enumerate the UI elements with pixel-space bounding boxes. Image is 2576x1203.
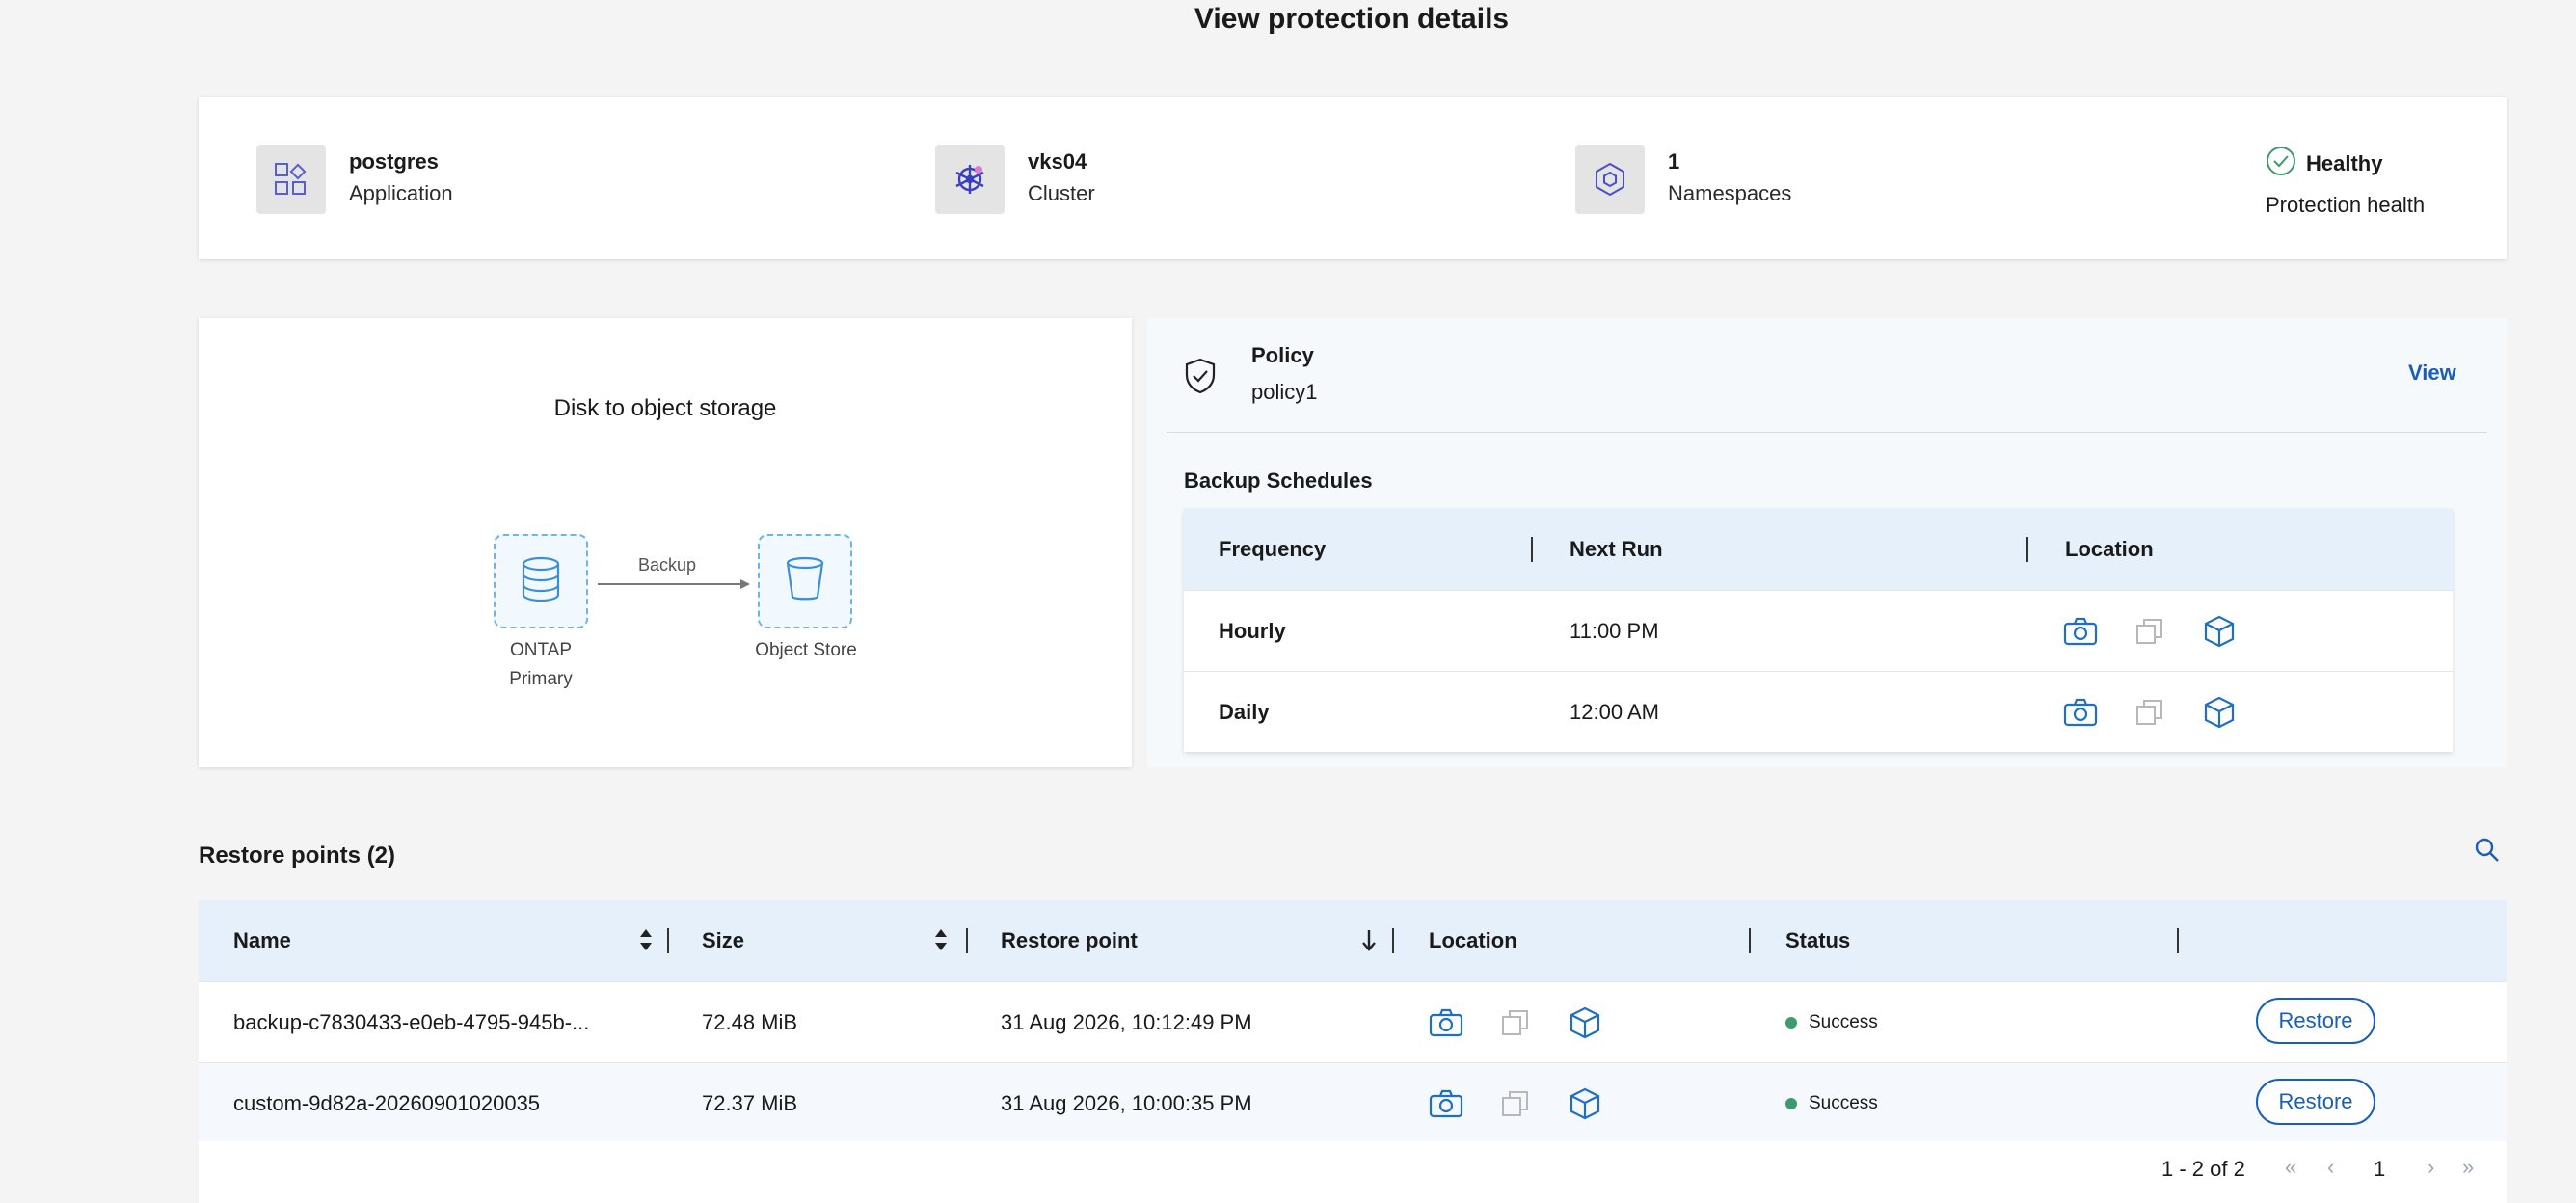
restore-point-size: 72.37 MiB [702, 1091, 798, 1115]
restore-point-time: 31 Aug 2026, 10:12:49 PM [1001, 1010, 1252, 1034]
sort-updown-icon[interactable] [638, 927, 654, 958]
namespace-icon [1575, 145, 1645, 214]
application-name: postgres [349, 149, 439, 174]
namespace-label: Namespaces [1668, 181, 1792, 205]
schedule-next-run: 12:00 AM [1570, 699, 1659, 724]
camera-icon [1429, 1086, 1463, 1121]
col-restore-point[interactable]: Restore point [1001, 900, 1138, 981]
schedule-frequency: Daily [1219, 699, 1270, 724]
summary-card: postgres Application vks04 Cluster 1 Nam… [199, 97, 2507, 259]
summary-application: postgres Application [256, 144, 453, 215]
ontap-primary-label: ONTAP Primary [509, 640, 573, 689]
summary-namespaces: 1 Namespaces [1575, 144, 1791, 215]
cube-icon [1568, 1005, 1602, 1040]
next-page-icon[interactable]: › [2428, 1155, 2434, 1180]
backup-arrow [598, 579, 750, 589]
kubernetes-icon [935, 145, 1005, 214]
pagination-range: 1 - 2 of 2 [2161, 1157, 2245, 1181]
page-title: View protection details [1194, 3, 1510, 35]
database-icon [520, 556, 562, 607]
shield-check-icon [1184, 358, 1217, 399]
cluster-name: vks04 [1028, 149, 1087, 174]
restore-button[interactable]: Restore [2256, 998, 2375, 1044]
object-store-label: Object Store [755, 640, 857, 660]
sort-updown-icon[interactable] [933, 927, 949, 958]
col-next-run: Next Run [1570, 537, 1663, 561]
schedule-frequency: Hourly [1219, 618, 1286, 643]
cube-icon [2202, 695, 2237, 730]
status-dot [1785, 1017, 1797, 1029]
summary-cluster: vks04 Cluster [935, 144, 1095, 215]
cluster-label: Cluster [1028, 181, 1095, 205]
status-badge: Success [1785, 982, 1878, 1063]
restore-point-location-icons [1429, 1063, 1602, 1144]
first-page-icon[interactable]: « [2285, 1155, 2296, 1180]
restore-point-location-icons [1429, 982, 1602, 1063]
storage-diagram-card: Disk to object storage [199, 318, 1132, 767]
col-status: Status [1785, 928, 1851, 952]
status-badge: Success [1785, 1063, 1878, 1144]
schedule-next-run: 11:00 PM [1570, 618, 1659, 643]
last-page-icon[interactable]: » [2462, 1155, 2474, 1180]
health-value: Healthy [2306, 150, 2383, 175]
col-location: Location [2065, 537, 2154, 561]
view-policy-link[interactable]: View [2408, 361, 2456, 386]
policy-title: Policy [1251, 343, 1314, 367]
backup-schedules-table: Frequency Next Run Location Hourly 11:00… [1184, 509, 2453, 752]
namespace-count: 1 [1668, 149, 1680, 174]
bucket-icon [784, 556, 826, 607]
camera-icon [2063, 614, 2098, 649]
col-frequency: Frequency [1219, 537, 1327, 561]
pagination: 1 - 2 of 2 « ‹ 1 › » [199, 1141, 2507, 1203]
copy-icon [1498, 1086, 1533, 1121]
restore-point-name: custom-9d82a-20260901020035 [233, 1091, 541, 1115]
schedule-location-icons [2063, 695, 2237, 730]
policy-divider [1167, 432, 2487, 433]
prev-page-icon[interactable]: ‹ [2327, 1155, 2334, 1180]
table-row: custom-9d82a-20260901020035 72.37 MiB 31… [199, 1062, 2507, 1143]
restore-point-size: 72.48 MiB [702, 1010, 798, 1034]
ontap-primary-node [494, 534, 588, 628]
object-store-node [758, 534, 852, 628]
check-circle-icon [2266, 146, 2296, 181]
camera-icon [1429, 1005, 1463, 1040]
cube-icon [1568, 1086, 1602, 1121]
col-name[interactable]: Name [233, 900, 291, 981]
restore-point-time: 31 Aug 2026, 10:00:35 PM [1001, 1091, 1252, 1115]
application-icon [256, 145, 326, 214]
summary-health: Healthy Protection health [2266, 146, 2425, 218]
application-label: Application [349, 181, 453, 205]
policy-name: policy1 [1251, 380, 1318, 404]
restore-point-name: backup-c7830433-e0eb-4795-945b-... [233, 1010, 590, 1034]
camera-icon [2063, 695, 2098, 730]
diagram-title: Disk to object storage [553, 395, 777, 421]
health-label: Protection health [2266, 193, 2426, 217]
col-size[interactable]: Size [702, 900, 744, 981]
table-row: Daily 12:00 AM [1184, 671, 2453, 752]
table-row: backup-c7830433-e0eb-4795-945b-... 72.48… [199, 981, 2507, 1062]
copy-icon [2133, 614, 2167, 649]
col-location: Location [1429, 928, 1517, 952]
restore-button[interactable]: Restore [2256, 1079, 2375, 1125]
current-page[interactable]: 1 [2374, 1157, 2385, 1182]
copy-icon [2133, 695, 2167, 730]
restore-points-title: Restore points (2) [199, 842, 396, 869]
table-row: Hourly 11:00 PM [1184, 590, 2453, 671]
restore-points-header: Name Size Restore point Location Status [199, 900, 2507, 981]
sort-down-icon[interactable] [1361, 927, 1377, 958]
copy-icon [1498, 1005, 1533, 1040]
status-dot [1785, 1098, 1797, 1109]
backup-schedules-title: Backup Schedules [1184, 468, 1373, 493]
schedules-header: Frequency Next Run Location [1184, 509, 2453, 590]
search-icon[interactable] [2474, 837, 2501, 869]
schedule-location-icons [2063, 614, 2237, 649]
cube-icon [2202, 614, 2237, 649]
restore-points-table: Name Size Restore point Location Status … [199, 900, 2507, 1143]
backup-arrow-label: Backup [638, 555, 697, 575]
